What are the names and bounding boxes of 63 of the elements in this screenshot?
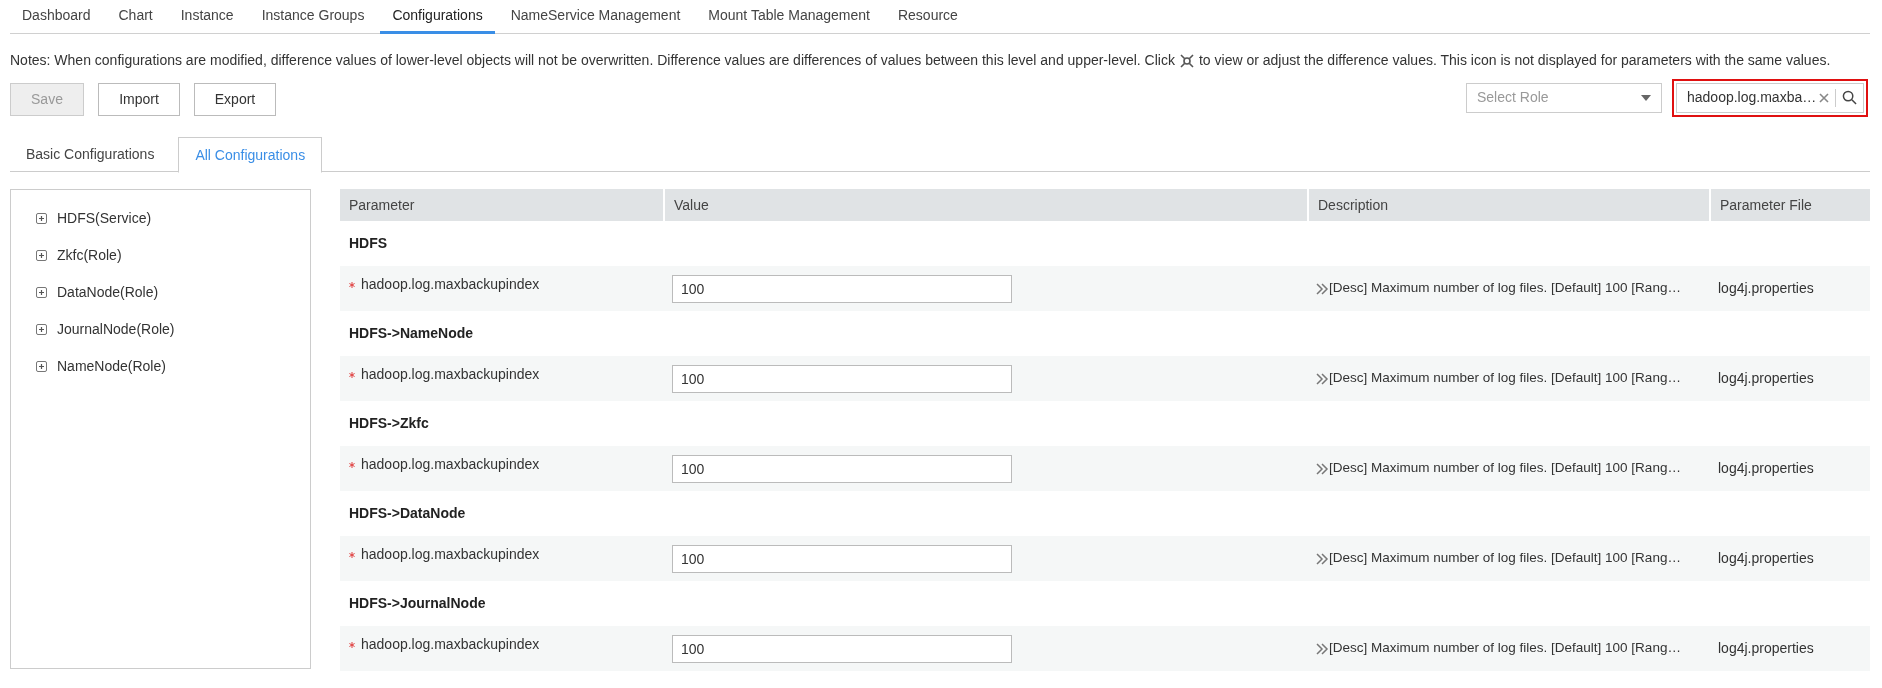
parameter-name: hadoop.log.maxbackupindex xyxy=(361,275,540,294)
expand-icon[interactable] xyxy=(36,250,47,261)
nav-tab[interactable]: Instance xyxy=(168,0,246,34)
file-name: log4j.properties xyxy=(1718,459,1814,478)
toolbar-button[interactable]: Import xyxy=(98,83,180,116)
column-header: Value xyxy=(663,189,1307,221)
parameter-name: hadoop.log.maxbackupindex xyxy=(361,455,540,474)
value-field[interactable]: 100 xyxy=(672,634,1012,663)
expand-icon[interactable] xyxy=(36,287,47,298)
search-icon[interactable] xyxy=(1842,90,1857,105)
value-field[interactable]: 100 xyxy=(672,544,1012,573)
expand-description-icon[interactable] xyxy=(1316,552,1329,565)
nav-tab[interactable]: NameService Management xyxy=(498,0,693,34)
tree-item[interactable]: Zkfc(Role) xyxy=(57,245,122,266)
expand-description-icon[interactable] xyxy=(1316,282,1329,295)
group-title: HDFS xyxy=(349,234,388,253)
config-tab[interactable]: All Configurations xyxy=(178,137,323,173)
tree-item[interactable]: NameNode(Role) xyxy=(57,356,166,377)
column-header: Parameter File xyxy=(1709,189,1870,221)
group-title: HDFS->NameNode xyxy=(349,324,474,343)
nav-tab[interactable]: Mount Table Management xyxy=(696,0,882,34)
file-name: log4j.properties xyxy=(1718,369,1814,388)
nav-tab[interactable]: Configurations xyxy=(380,0,495,34)
tree-item[interactable]: HDFS(Service) xyxy=(57,208,152,229)
description-text: [Desc] Maximum number of log files. [Default] 100 [Rang… xyxy=(1329,369,1681,388)
notes-text: Notes: When configurations are modified, difference values of lower-level objects will not be overwritten. Difference values are differences of values between this level and upper-level. Click xyxy=(10,51,1175,70)
expand-description-icon[interactable] xyxy=(1316,642,1329,655)
toolbar-button[interactable]: Export xyxy=(194,83,276,116)
config-tab[interactable]: Basic Configurations xyxy=(10,137,171,172)
expand-icon[interactable] xyxy=(36,361,47,372)
expand-description-icon[interactable] xyxy=(1316,462,1329,475)
group-title: HDFS->JournalNode xyxy=(349,594,486,613)
file-name: log4j.properties xyxy=(1718,549,1814,568)
nav-tab[interactable]: Instance Groups xyxy=(249,0,377,34)
parameter-name: hadoop.log.maxbackupindex xyxy=(361,365,540,384)
expand-icon[interactable] xyxy=(36,324,47,335)
value-field[interactable]: 100 xyxy=(672,274,1012,303)
parameter-name: hadoop.log.maxbackupindex xyxy=(361,545,540,564)
value-field[interactable]: 100 xyxy=(672,364,1012,393)
group-title: HDFS->Zkfc xyxy=(349,414,429,433)
description-text: [Desc] Maximum number of log files. [Default] 100 [Rang… xyxy=(1329,279,1681,298)
nav-tab[interactable]: Resource xyxy=(885,0,970,34)
file-name: log4j.properties xyxy=(1718,279,1814,298)
description-text: [Desc] Maximum number of log files. [Default] 100 [Rang… xyxy=(1329,459,1681,478)
search-field[interactable]: hadoop.log.maxba… xyxy=(1672,78,1868,117)
column-header: Description xyxy=(1307,189,1709,221)
expand-description-icon[interactable] xyxy=(1316,372,1329,385)
expand-icon[interactable] xyxy=(36,213,47,224)
file-name: log4j.properties xyxy=(1718,639,1814,658)
tree-item[interactable]: JournalNode(Role) xyxy=(57,319,175,340)
difference-icon xyxy=(1178,52,1195,69)
nav-tab[interactable]: Dashboard xyxy=(10,0,103,34)
notes-text: to view or adjust the difference values. This icon is not displayed for parameters with the same values. xyxy=(1198,51,1831,70)
nav-tab[interactable]: Chart xyxy=(106,0,165,34)
clear-icon[interactable] xyxy=(1819,92,1829,103)
description-text: [Desc] Maximum number of log files. [Default] 100 [Rang… xyxy=(1329,639,1681,658)
group-title: HDFS->DataNode xyxy=(349,504,466,523)
description-text: [Desc] Maximum number of log files. [Default] 100 [Rang… xyxy=(1329,549,1681,568)
value-field[interactable]: 100 xyxy=(672,454,1012,483)
caret-icon xyxy=(1641,94,1651,101)
tree-item[interactable]: DataNode(Role) xyxy=(57,282,159,303)
parameter-name: hadoop.log.maxbackupindex xyxy=(361,635,540,654)
column-header: Parameter xyxy=(348,195,416,215)
